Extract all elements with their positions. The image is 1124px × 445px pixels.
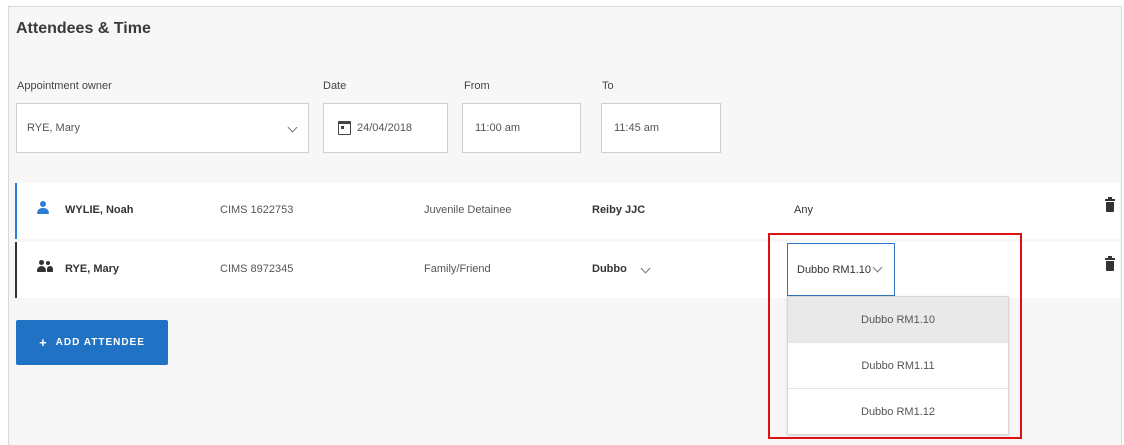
add-attendee-label: ADD ATTENDEE (55, 337, 145, 348)
owner-value: RYE, Mary (27, 122, 80, 134)
from-value: 11:00 am (475, 122, 521, 134)
section-title: Attendees & Time (16, 20, 151, 37)
attendee-room: Any (794, 204, 813, 216)
row-accent-bar (15, 242, 17, 298)
attendee-role: Family/Friend (424, 263, 491, 275)
person-icon (37, 201, 49, 215)
chevron-down-icon (287, 122, 298, 133)
to-time-field[interactable]: 11:45 am (601, 103, 721, 153)
owner-label: Appointment owner (17, 80, 112, 92)
attendee-location: Reiby JJC (592, 204, 646, 216)
highlight-box (768, 233, 1022, 439)
attendee-cims: CIMS 1622753 (220, 204, 294, 216)
location-value: Dubbo (592, 263, 627, 275)
calendar-icon (338, 121, 351, 135)
attendee-row: WYLIE, Noah CIMS 1622753 Juvenile Detain… (15, 183, 1120, 239)
attendee-name: WYLIE, Noah (65, 204, 134, 216)
group-icon (37, 260, 53, 274)
plus-icon: + (39, 335, 48, 350)
delete-attendee-icon[interactable] (1105, 197, 1115, 212)
to-value: 11:45 am (614, 122, 660, 134)
owner-select[interactable]: RYE, Mary (16, 103, 309, 153)
row-accent-bar (15, 183, 17, 239)
delete-attendee-icon[interactable] (1105, 256, 1115, 271)
attendee-role: Juvenile Detainee (424, 204, 512, 216)
attendee-name: RYE, Mary (65, 263, 120, 275)
add-attendee-button[interactable]: + ADD ATTENDEE (16, 320, 168, 365)
date-label: Date (323, 80, 347, 92)
chevron-down-icon (640, 263, 651, 274)
from-time-field[interactable]: 11:00 am (462, 103, 581, 153)
to-label: To (602, 80, 614, 92)
date-field[interactable]: 24/04/2018 (323, 103, 448, 153)
location-select[interactable]: Dubbo (592, 263, 651, 275)
from-label: From (464, 80, 490, 92)
attendee-cims: CIMS 8972345 (220, 263, 294, 275)
